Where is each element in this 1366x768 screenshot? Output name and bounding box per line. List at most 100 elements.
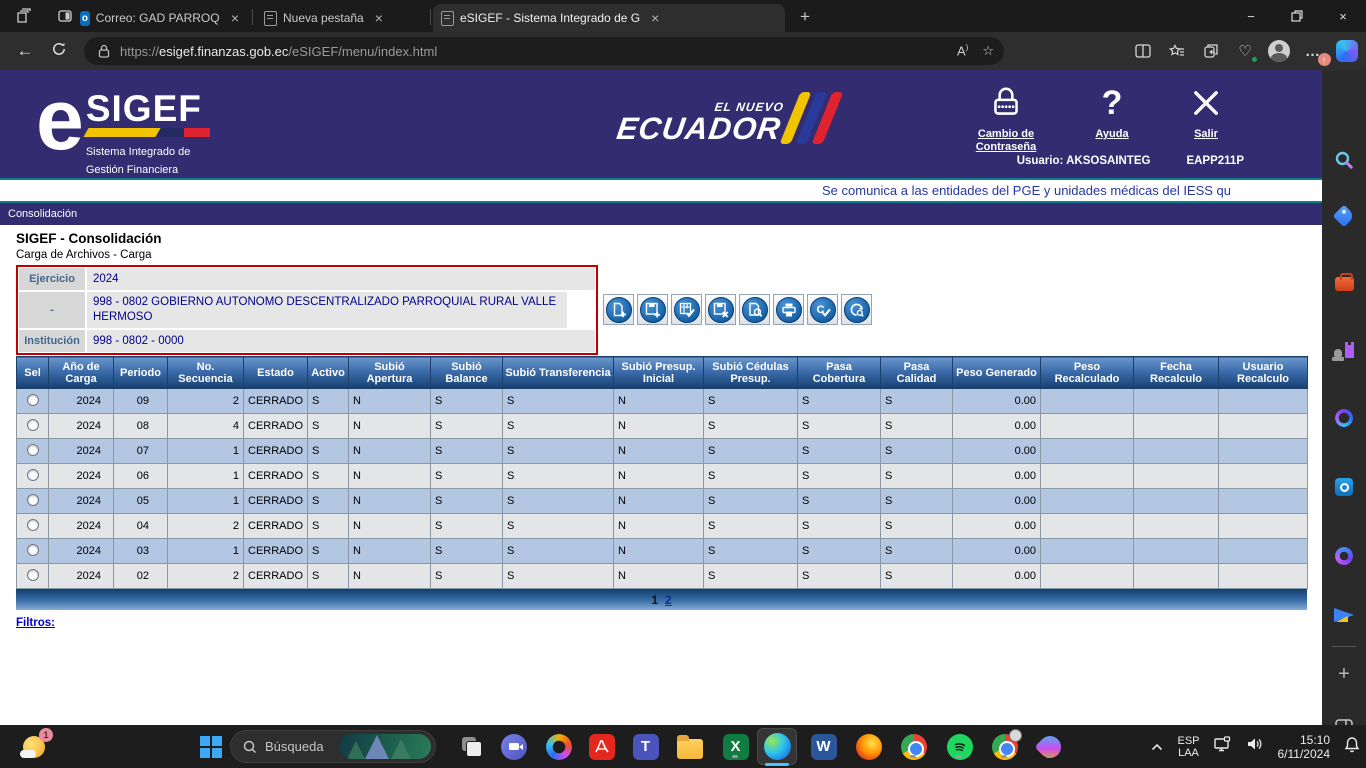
table-cell: N [349, 464, 431, 489]
print-icon [776, 297, 802, 323]
browser-tab-esigef[interactable]: eSIGEF - Sistema Integrado de G × [433, 4, 785, 32]
tab-close-icon[interactable]: × [648, 11, 662, 25]
table-cell: S [798, 389, 881, 414]
lock-icon[interactable] [98, 44, 110, 58]
recalculate-button[interactable] [841, 294, 872, 325]
row-select-radio[interactable] [27, 544, 39, 556]
table-cell: 2024 [49, 464, 114, 489]
table-cell: S [503, 439, 614, 464]
search-highlight-image[interactable] [339, 734, 431, 759]
restore-button[interactable] [1274, 0, 1320, 32]
table-cell: S [704, 539, 798, 564]
minimize-button[interactable]: − [1228, 0, 1274, 32]
sidebar-m365-icon[interactable] [1332, 406, 1356, 430]
settings-more-icon[interactable]: …↑ [1302, 40, 1324, 62]
row-select-radio[interactable] [27, 494, 39, 506]
weather-widget[interactable]: 1 [20, 733, 47, 760]
close-button[interactable]: × [1320, 0, 1366, 32]
table-cell: S [431, 564, 503, 589]
word-button[interactable]: W [810, 733, 837, 760]
print-button[interactable] [773, 294, 804, 325]
firefox-button[interactable] [855, 733, 882, 760]
favorites-icon[interactable] [1166, 40, 1188, 62]
logout-action[interactable]: Salir [1176, 80, 1236, 154]
chrome-button[interactable] [900, 733, 927, 760]
chrome-profile-button[interactable] [991, 733, 1018, 760]
tab-close-icon[interactable]: × [228, 11, 242, 25]
browser-tab-newtab[interactable]: Nueva pestaña × [256, 4, 428, 32]
excel-button[interactable]: X [722, 733, 749, 760]
sidebar-shopping-icon[interactable] [1332, 204, 1356, 228]
form-label: Ejercicio [19, 268, 85, 290]
browser-essentials-icon[interactable]: ♡ [1234, 40, 1256, 62]
table-cell: 03 [114, 539, 168, 564]
teams-button[interactable]: T [632, 733, 659, 760]
explorer-button[interactable] [676, 733, 703, 760]
sidebar-search-icon[interactable] [1332, 148, 1356, 172]
word-icon: W [811, 734, 837, 760]
row-select-radio[interactable] [27, 519, 39, 531]
back-icon[interactable]: ← [8, 41, 42, 61]
help-action[interactable]: ? Ayuda [1082, 80, 1142, 154]
address-bar[interactable]: https://esigef.finanzas.gob.ec/eSIGEF/me… [84, 37, 1004, 65]
pagination-page-link[interactable]: 2 [665, 593, 672, 607]
row-select-radio[interactable] [27, 444, 39, 456]
save-add-button[interactable] [637, 294, 668, 325]
tray-chevron-icon[interactable] [1151, 739, 1163, 754]
row-select-radio[interactable] [27, 569, 39, 581]
refresh-icon[interactable] [42, 41, 76, 62]
copilot-taskbar-button[interactable] [545, 733, 572, 760]
validate-grid-button[interactable] [671, 294, 702, 325]
taskbar-search[interactable]: Búsqueda [230, 730, 436, 763]
sidebar-add-icon[interactable]: + [1332, 662, 1356, 686]
volume-icon[interactable] [1246, 736, 1264, 757]
edge-button[interactable] [764, 733, 791, 760]
table-cell [1219, 489, 1308, 514]
table-cell: 04 [114, 514, 168, 539]
row-select-radio[interactable] [27, 469, 39, 481]
quality-check-button[interactable]: C [807, 294, 838, 325]
teams-chat-button[interactable] [500, 733, 527, 760]
new-document-button[interactable] [603, 294, 634, 325]
change-password-action[interactable]: Cambio de Contraseña [964, 80, 1048, 154]
tab-close-icon[interactable]: × [372, 11, 386, 25]
collections-icon[interactable] [1200, 40, 1222, 62]
table-cell [1134, 489, 1219, 514]
sidebar-send-icon[interactable] [1332, 603, 1356, 627]
filters-link[interactable]: Filtros: [16, 617, 55, 629]
profile-avatar[interactable] [1268, 40, 1290, 62]
paint-button[interactable] [1036, 733, 1063, 760]
notifications-bell-icon[interactable] [1344, 736, 1360, 758]
copilot-icon[interactable] [1336, 40, 1358, 62]
language-indicator[interactable]: ESPLAA [1177, 735, 1199, 759]
table-row: 2024061CERRADOSNSSNSSS0.00 [17, 464, 1308, 489]
read-aloud-icon[interactable]: A) [957, 43, 968, 58]
preview-document-button[interactable] [739, 294, 770, 325]
new-tab-button[interactable]: + [800, 8, 810, 25]
task-view-button[interactable] [458, 733, 485, 760]
favorite-star-icon[interactable]: ☆ [982, 43, 994, 59]
row-select-radio[interactable] [27, 394, 39, 406]
table-cell: 0.00 [953, 439, 1041, 464]
split-screen-icon[interactable] [1132, 40, 1154, 62]
table-cell: CERRADO [244, 539, 308, 564]
network-icon[interactable] [1214, 736, 1232, 757]
spotify-button[interactable] [946, 733, 973, 760]
sidebar-games-icon[interactable] [1332, 338, 1356, 362]
menu-consolidacion[interactable]: Consolidación [8, 208, 77, 220]
table-cell: S [308, 514, 349, 539]
update-badge-icon: ↑ [1318, 53, 1331, 66]
table-cell [1041, 464, 1134, 489]
delete-record-button[interactable] [705, 294, 736, 325]
row-select-radio[interactable] [27, 419, 39, 431]
acrobat-button[interactable] [588, 733, 615, 760]
start-button[interactable] [197, 733, 224, 760]
clock-widget[interactable]: 15:106/11/2024 [1278, 733, 1331, 761]
browser-tab-mail[interactable]: o Correo: GAD PARROQUIAL VALLE × [72, 4, 250, 32]
weather-badge: 1 [39, 728, 53, 742]
table-cell: 0.00 [953, 539, 1041, 564]
sidebar-clipchamp-icon[interactable] [1332, 544, 1356, 568]
sidebar-outlook-icon[interactable] [1332, 475, 1356, 499]
sidebar-tools-icon[interactable] [1332, 270, 1356, 294]
workspaces-icon[interactable] [14, 7, 32, 25]
